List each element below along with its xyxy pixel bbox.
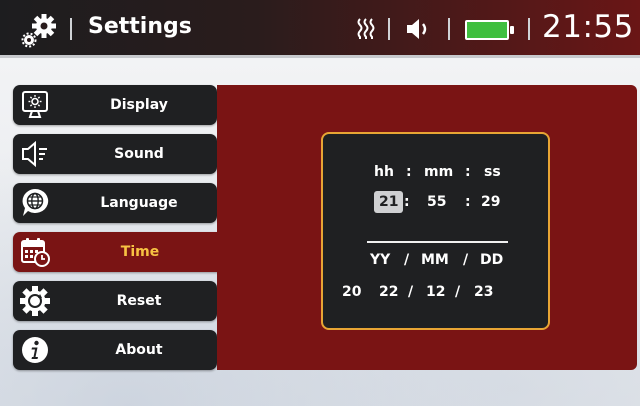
page-title: Settings [88, 14, 192, 39]
sidebar-item-about[interactable]: About [13, 330, 217, 370]
month-value[interactable]: 12 [426, 284, 445, 300]
sidebar-item-label: About [115, 342, 163, 358]
time-settings-panel: hh : mm : ss 21 : 55 : 29 YY / MM / DD 2… [217, 85, 637, 370]
day-header: DD [480, 252, 504, 268]
top-bar: Settings 21:55 [0, 0, 640, 58]
century-value[interactable]: 20 [342, 284, 361, 300]
sidebar-item-display[interactable]: Display [13, 85, 217, 125]
date-separator: / [455, 284, 461, 300]
display-icon [22, 91, 48, 118]
header-divider [528, 18, 530, 40]
battery-icon [465, 20, 514, 40]
divider [367, 241, 508, 243]
sidebar-item-label: Sound [114, 146, 164, 162]
calendar-clock-icon [21, 238, 50, 267]
sidebar-item-language[interactable]: Language [13, 183, 217, 223]
time-date-card: hh : mm : ss 21 : 55 : 29 YY / MM / DD 2… [321, 132, 550, 330]
clock: 21:55 [542, 9, 634, 45]
date-separator: / [463, 252, 469, 268]
sidebar-item-label: Display [110, 97, 168, 113]
language-icon [22, 188, 49, 216]
time-separator: : [465, 164, 471, 180]
date-separator: / [404, 252, 410, 268]
sound-icon [22, 140, 47, 168]
sidebar-item-label: Time [120, 244, 160, 260]
speaker-icon[interactable] [398, 17, 434, 41]
day-value[interactable]: 23 [474, 284, 493, 300]
header-divider [70, 18, 72, 40]
signal-icon [357, 18, 375, 39]
minute-value[interactable]: 55 [427, 194, 446, 210]
seconds-header: ss [484, 164, 501, 180]
gear-icon[interactable] [20, 12, 58, 48]
time-separator: : [406, 164, 412, 180]
info-icon [22, 337, 48, 363]
header-divider [448, 18, 450, 40]
year-value[interactable]: 22 [379, 284, 398, 300]
sidebar-item-time[interactable]: Time [13, 232, 219, 272]
sidebar-item-sound[interactable]: Sound [13, 134, 217, 174]
sidebar-item-label: Reset [116, 293, 162, 309]
second-value[interactable]: 29 [481, 194, 500, 210]
month-header: MM [421, 252, 449, 268]
reset-icon [20, 286, 50, 316]
time-separator: : [465, 194, 471, 210]
header-divider [388, 18, 390, 40]
sidebar-item-reset[interactable]: Reset [13, 281, 217, 321]
sidebar-item-label: Language [100, 195, 178, 211]
hours-header: hh [374, 164, 394, 180]
hour-value[interactable]: 21 [379, 194, 398, 210]
date-separator: / [408, 284, 414, 300]
year-header: YY [370, 252, 391, 268]
minutes-header: mm [424, 164, 454, 180]
time-separator: : [404, 194, 410, 210]
